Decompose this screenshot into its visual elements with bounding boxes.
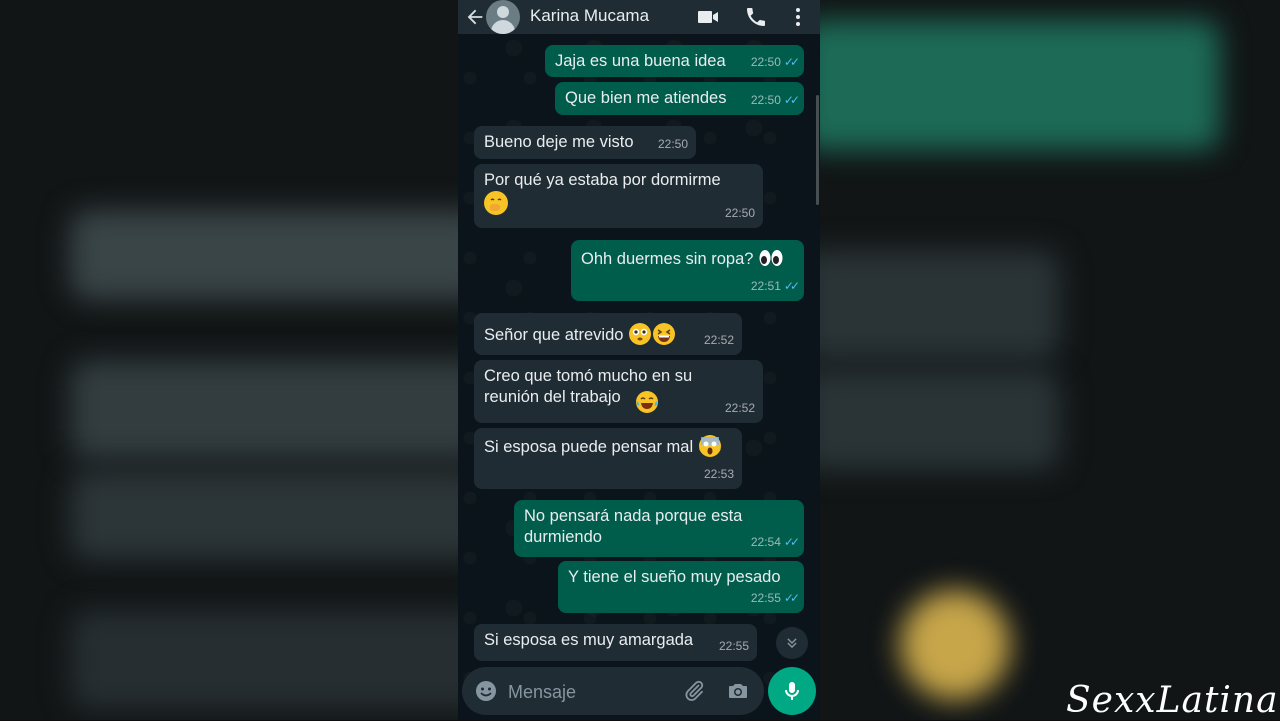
- read-ticks-icon: ✓✓: [783, 55, 800, 69]
- message-incoming[interactable]: Bueno deje me visto 22:50: [474, 126, 696, 159]
- blurred-bubble: [70, 210, 458, 300]
- watermark-text: SexxLatina69: [1066, 680, 1280, 721]
- message-time: 22:55: [750, 591, 781, 605]
- face-with-tears-of-joy-icon: [635, 390, 659, 414]
- blurred-bubble: [820, 20, 1220, 150]
- message-incoming[interactable]: Si esposa es muy amargada 22:55: [474, 624, 757, 661]
- flushed-face-icon: [628, 322, 652, 346]
- voice-message-button[interactable]: [768, 667, 816, 715]
- scrollbar[interactable]: [816, 95, 819, 205]
- emoji-icon[interactable]: [474, 679, 498, 708]
- blurred-bubble: [70, 470, 458, 560]
- message-incoming[interactable]: Si esposa puede pensar mal 22:53: [474, 428, 742, 489]
- message-incoming[interactable]: Creo que tomó mucho en su reunión del tr…: [474, 360, 763, 423]
- message-input[interactable]: [506, 679, 670, 705]
- face-with-hand-over-mouth-icon: [484, 191, 508, 215]
- eyes-icon: [758, 246, 784, 270]
- blurred-bubble: [70, 610, 458, 710]
- message-incoming[interactable]: Por qué ya estaba por dormirme 22:50: [474, 164, 763, 228]
- message-outgoing[interactable]: Jaja es una buena idea 22:50 ✓✓: [545, 45, 804, 77]
- grinning-squinting-face-icon: [652, 322, 676, 346]
- voice-call-icon[interactable]: [744, 5, 768, 29]
- blurred-background-left: [0, 0, 458, 720]
- message-composer: [462, 667, 764, 715]
- read-ticks-icon: ✓✓: [783, 535, 800, 549]
- blurred-bubble: [820, 250, 1060, 360]
- message-outgoing[interactable]: Que bien me atiendes 22:50 ✓✓: [555, 82, 804, 115]
- phone-screen: Karina Mucama Jaja es una buena idea 22:…: [458, 0, 820, 720]
- back-arrow-icon[interactable]: [464, 6, 486, 28]
- chat-header: Karina Mucama: [458, 0, 820, 34]
- message-time: 22:53: [703, 467, 734, 481]
- message-outgoing[interactable]: No pensará nada porque esta durmiendo 22…: [514, 500, 804, 557]
- message-time: 22:52: [703, 333, 734, 347]
- message-time: 22:52: [724, 401, 755, 415]
- blurred-bubble: [820, 370, 1060, 470]
- double-chevron-down-icon: [787, 638, 797, 649]
- scroll-to-bottom-button[interactable]: [776, 627, 808, 659]
- message-time: 22:51: [750, 279, 781, 293]
- more-options-icon[interactable]: [786, 5, 810, 29]
- blurred-bubble: [70, 360, 458, 460]
- avatar[interactable]: [486, 0, 520, 34]
- read-ticks-icon: ✓✓: [783, 93, 800, 107]
- message-time: 22:50: [750, 93, 781, 107]
- video-call-icon[interactable]: [696, 5, 720, 29]
- attachment-icon[interactable]: [682, 679, 706, 708]
- face-screaming-in-fear-icon: [698, 434, 722, 458]
- read-ticks-icon: ✓✓: [783, 591, 800, 605]
- message-time: 22:50: [657, 137, 688, 151]
- message-incoming[interactable]: Señor que atrevido 22:52: [474, 313, 742, 355]
- message-time: 22:50: [724, 206, 755, 220]
- message-time: 22:54: [750, 535, 781, 549]
- blurred-emoji: [900, 590, 1010, 700]
- message-time: 22:50: [750, 55, 781, 69]
- blurred-background-right: [820, 0, 1280, 720]
- camera-icon[interactable]: [726, 679, 750, 708]
- contact-name[interactable]: Karina Mucama: [530, 6, 649, 26]
- microphone-icon: [785, 682, 799, 700]
- message-time: 22:55: [718, 639, 749, 653]
- message-outgoing[interactable]: Y tiene el sueño muy pesado 22:55 ✓✓: [558, 561, 804, 613]
- read-ticks-icon: ✓✓: [783, 279, 800, 293]
- message-outgoing[interactable]: Ohh duermes sin ropa? 22:51 ✓✓: [571, 240, 804, 301]
